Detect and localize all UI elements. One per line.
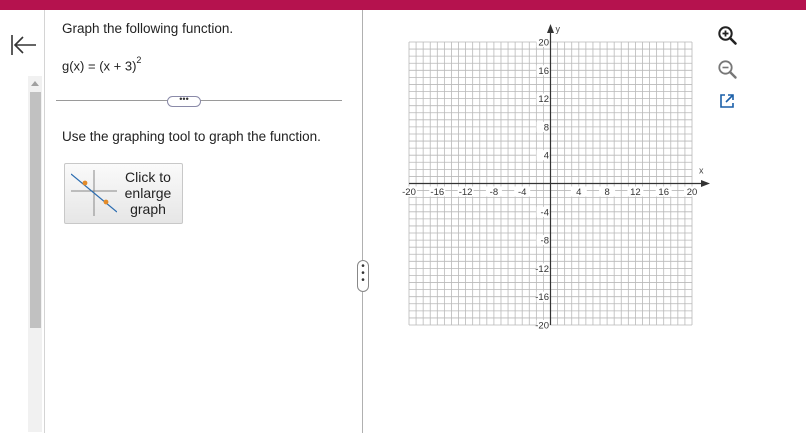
zoom-in-icon	[718, 26, 737, 45]
top-accent-bar	[0, 0, 806, 10]
y-tick-label: 8	[544, 122, 549, 133]
y-tick-label: 16	[538, 66, 549, 77]
x-tick-label: 12	[630, 187, 641, 198]
x-tick-label: -8	[490, 187, 498, 198]
left-divider	[44, 10, 45, 433]
drag-handle-icon: • • •	[361, 261, 365, 286]
x-tick-label: -20	[402, 187, 416, 198]
x-tick-label: 16	[658, 187, 669, 198]
y-axis-label: y	[556, 24, 561, 34]
x-axis-label: x	[699, 166, 704, 176]
y-tick-label: -4	[541, 207, 549, 218]
function-expression: g(x) = (x + 3)2	[62, 55, 142, 74]
y-axis-arrow-icon	[547, 24, 554, 33]
y-tick-label: 12	[538, 94, 549, 105]
graph-thumbnail-icon	[71, 170, 117, 216]
popout-button[interactable]	[716, 90, 738, 112]
scrollbar-thumb[interactable]	[30, 92, 41, 328]
show-more-button[interactable]: •••	[167, 95, 201, 107]
panel-resize-handle[interactable]: • • •	[357, 260, 369, 292]
coordinate-grid[interactable]: x y -20 -16 -12 -8 -4 4 8 12 16 20 20 16 12 8 4 -4 -8 -12 -1…	[400, 22, 710, 332]
x-tick-label: 8	[604, 187, 609, 198]
question-title: Graph the following function.	[62, 21, 234, 36]
scroll-up-arrow-icon[interactable]	[31, 81, 39, 86]
enlarge-graph-button[interactable]: Click to enlarge graph	[64, 163, 183, 224]
zoom-out-icon	[718, 60, 737, 79]
x-tick-label: -12	[459, 187, 473, 198]
instruction-text: Use the graphing tool to graph the funct…	[62, 129, 321, 144]
x-tick-label: -16	[430, 187, 444, 198]
arrow-left-to-bar-icon	[11, 35, 36, 55]
x-tick-label: 4	[576, 187, 581, 198]
function-exponent: 2	[136, 55, 142, 65]
zoom-in-button[interactable]	[716, 24, 738, 46]
x-tick-label: 20	[687, 187, 698, 198]
function-base: g(x) = (x + 3)	[62, 58, 137, 74]
panel-divider	[362, 10, 363, 433]
y-tick-label: -20	[535, 321, 549, 332]
y-tick-label: 20	[538, 38, 549, 49]
x-axis-arrow-icon	[701, 180, 710, 187]
back-button[interactable]	[6, 30, 38, 60]
x-tick-label: -4	[518, 187, 526, 198]
y-tick-label: -12	[535, 264, 549, 275]
external-link-icon	[720, 94, 734, 108]
y-tick-label: 4	[544, 151, 549, 162]
left-scrollbar[interactable]	[28, 76, 42, 432]
y-tick-label: -16	[535, 292, 549, 303]
y-tick-label: -8	[541, 236, 549, 247]
enlarge-graph-label: Click to enlarge graph	[124, 169, 172, 217]
zoom-out-button[interactable]	[716, 58, 738, 80]
